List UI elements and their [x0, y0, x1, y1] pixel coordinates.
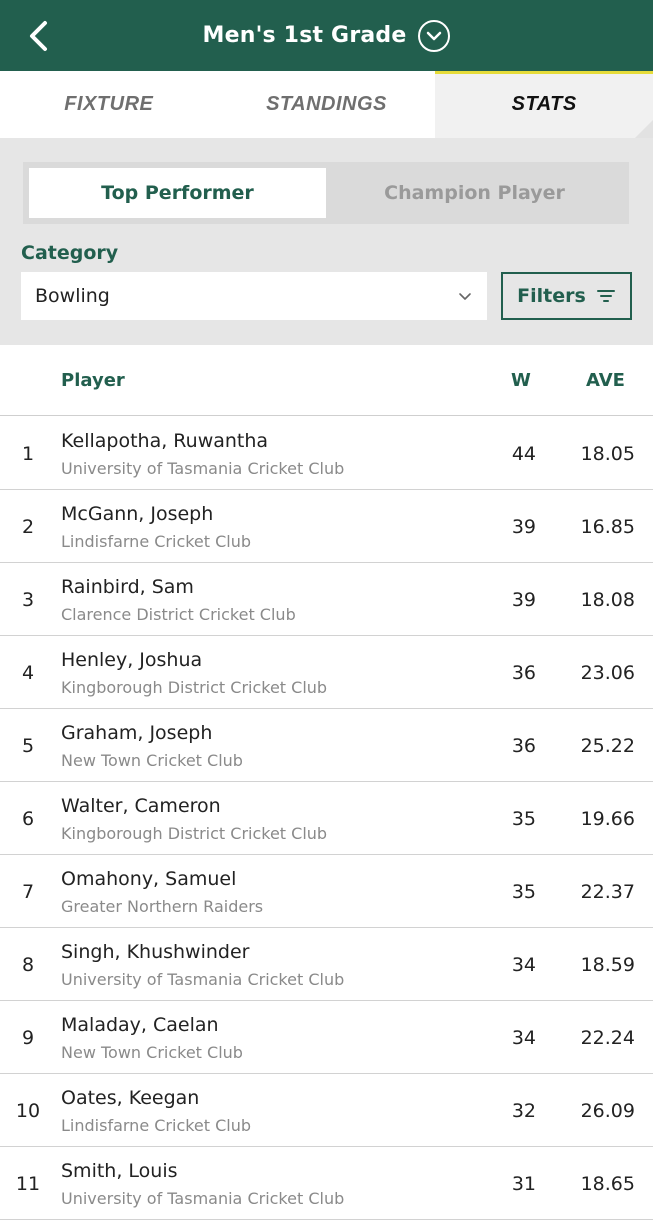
table-row[interactable]: 6 Walter, Cameron Kingborough District C… — [0, 782, 653, 855]
tab-bar: FIXTURE STANDINGS STATS — [0, 71, 653, 138]
chevron-down-icon — [459, 293, 471, 300]
player-name: Walter, Cameron — [61, 795, 221, 817]
player-name: Singh, Khushwinder — [61, 941, 250, 963]
wickets-value: 44 — [511, 443, 536, 465]
table-row[interactable]: 2 McGann, Joseph Lindisfarne Cricket Clu… — [0, 490, 653, 563]
club-name: Kingborough District Cricket Club — [61, 824, 328, 843]
wickets-value: 34 — [511, 954, 536, 976]
filters-label: Filters — [517, 285, 586, 307]
page-title: Men's 1st Grade — [202, 23, 407, 48]
category-value: Bowling — [35, 285, 110, 307]
table-row[interactable]: 8 Singh, Khushwinder University of Tasma… — [0, 928, 653, 1001]
category-label: Category — [21, 242, 119, 264]
stats-table-body: 1 Kellapotha, Ruwantha University of Tas… — [0, 417, 653, 1220]
wickets-value: 36 — [511, 735, 536, 757]
rank: 11 — [15, 1173, 41, 1195]
table-row[interactable]: 3 Rainbird, Sam Clarence District Cricke… — [0, 563, 653, 636]
player-name: Rainbird, Sam — [61, 576, 194, 598]
average-value: 19.66 — [580, 808, 635, 830]
top-performer-button[interactable]: Top Performer — [29, 168, 326, 218]
wickets-value: 39 — [511, 516, 536, 538]
rank: 10 — [15, 1100, 41, 1122]
tab-fixture[interactable]: FIXTURE — [0, 71, 218, 138]
rank: 4 — [21, 662, 35, 684]
wickets-value: 32 — [511, 1100, 536, 1122]
average-value: 18.05 — [580, 443, 635, 465]
performer-segmented-control: Top Performer Champion Player — [23, 162, 629, 224]
club-name: Lindisfarne Cricket Club — [61, 532, 252, 551]
table-row[interactable]: 9 Maladay, Caelan New Town Cricket Club … — [0, 1001, 653, 1074]
club-name: University of Tasmania Cricket Club — [61, 1189, 345, 1208]
wickets-value: 31 — [511, 1173, 536, 1195]
filters-button[interactable]: Filters — [501, 272, 632, 320]
table-header: Player W AVE — [0, 345, 653, 416]
average-value: 25.22 — [580, 735, 635, 757]
player-name: Smith, Louis — [61, 1160, 178, 1182]
club-name: Greater Northern Raiders — [61, 897, 264, 916]
rank: 3 — [21, 589, 35, 611]
table-row[interactable]: 5 Graham, Joseph New Town Cricket Club 3… — [0, 709, 653, 782]
chevron-down-icon — [418, 19, 451, 52]
club-name: Lindisfarne Cricket Club — [61, 1116, 252, 1135]
player-name: Oates, Keegan — [61, 1087, 200, 1109]
player-name: Henley, Joshua — [61, 649, 203, 671]
column-header-wickets: W — [511, 370, 531, 391]
player-name: Graham, Joseph — [61, 722, 213, 744]
grade-selector[interactable]: Men's 1st Grade — [0, 0, 653, 71]
average-value: 16.85 — [580, 516, 635, 538]
average-value: 26.09 — [580, 1100, 635, 1122]
club-name: University of Tasmania Cricket Club — [61, 970, 345, 989]
rank: 5 — [21, 735, 35, 757]
wickets-value: 39 — [511, 589, 536, 611]
table-row[interactable]: 11 Smith, Louis University of Tasmania C… — [0, 1147, 653, 1220]
tab-stats[interactable]: STATS — [435, 71, 653, 138]
club-name: Kingborough District Cricket Club — [61, 678, 328, 697]
table-row[interactable]: 1 Kellapotha, Ruwantha University of Tas… — [0, 417, 653, 490]
rank: 8 — [21, 954, 35, 976]
filter-icon — [596, 290, 615, 302]
average-value: 22.37 — [580, 881, 635, 903]
rank: 2 — [21, 516, 35, 538]
champion-player-button[interactable]: Champion Player — [326, 168, 623, 218]
average-value: 18.08 — [580, 589, 635, 611]
average-value: 22.24 — [580, 1027, 635, 1049]
player-name: Omahony, Samuel — [61, 868, 237, 890]
tab-standings[interactable]: STANDINGS — [218, 71, 436, 138]
column-header-average: AVE — [586, 370, 625, 391]
club-name: New Town Cricket Club — [61, 751, 243, 770]
player-name: McGann, Joseph — [61, 503, 214, 525]
wickets-value: 34 — [511, 1027, 536, 1049]
wickets-value: 35 — [511, 808, 536, 830]
app-header: Men's 1st Grade — [0, 0, 653, 71]
column-header-player: Player — [61, 370, 125, 391]
player-name: Kellapotha, Ruwantha — [61, 430, 269, 452]
club-name: Clarence District Cricket Club — [61, 605, 296, 624]
filters-panel: Top Performer Champion Player Category B… — [0, 138, 653, 345]
wickets-value: 35 — [511, 881, 536, 903]
average-value: 18.59 — [580, 954, 635, 976]
wickets-value: 36 — [511, 662, 536, 684]
rank: 7 — [21, 881, 35, 903]
table-row[interactable]: 10 Oates, Keegan Lindisfarne Cricket Clu… — [0, 1074, 653, 1147]
club-name: University of Tasmania Cricket Club — [61, 459, 345, 478]
category-select[interactable]: Bowling — [21, 272, 487, 320]
rank: 1 — [21, 443, 35, 465]
club-name: New Town Cricket Club — [61, 1043, 243, 1062]
table-row[interactable]: 7 Omahony, Samuel Greater Northern Raide… — [0, 855, 653, 928]
average-value: 18.65 — [580, 1173, 635, 1195]
table-row[interactable]: 4 Henley, Joshua Kingborough District Cr… — [0, 636, 653, 709]
player-name: Maladay, Caelan — [61, 1014, 219, 1036]
rank: 6 — [21, 808, 35, 830]
rank: 9 — [21, 1027, 35, 1049]
average-value: 23.06 — [580, 662, 635, 684]
